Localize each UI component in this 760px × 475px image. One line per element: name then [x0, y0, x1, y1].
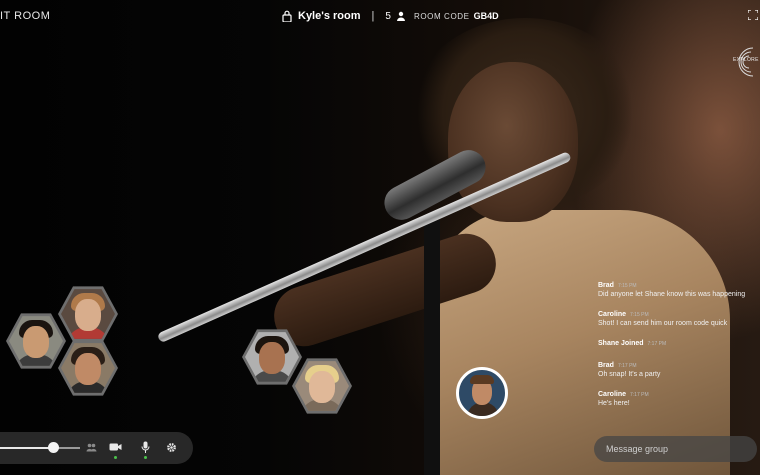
brand-text: EXPLORE: [733, 57, 759, 63]
participant-count: 5: [385, 10, 391, 22]
control-bar: [0, 432, 193, 464]
lock-icon: [282, 10, 292, 22]
people-icon[interactable]: [86, 443, 97, 452]
exit-room-button[interactable]: IT ROOM: [0, 10, 50, 22]
chat-system-text: Shane Joined: [598, 340, 644, 347]
chat-system-message: Shane Joined 7:17 PM: [598, 340, 758, 347]
chat-text: Oh snap! It's a party: [598, 371, 661, 378]
room-info: Kyle's room | 5 ROOM CODE GB4D: [282, 8, 499, 24]
divider: |: [371, 10, 375, 22]
camera-active-indicator: [114, 456, 117, 459]
chat-message: Caroline 7:17 PM He's here!: [598, 391, 758, 407]
chat-time: 7:17 PM: [630, 392, 649, 398]
message-group-input[interactable]: [594, 436, 757, 462]
chat-text: Did anyone let Shane know this was happe…: [598, 291, 746, 298]
chat-time: 7:17 PM: [617, 363, 637, 369]
volume-slider-handle[interactable]: [48, 442, 60, 453]
room-code: GB4D: [473, 11, 499, 21]
top-bar: IT ROOM Kyle's room | 5 ROOM CODE GB4D: [0, 0, 760, 32]
participant-tile[interactable]: [58, 284, 118, 344]
chat-sender: Brad: [598, 362, 614, 369]
chat-sender: Brad: [598, 282, 614, 289]
chat-message: Brad 7:15 PM Did anyone let Shane know t…: [598, 282, 758, 298]
chat-text: He's here!: [598, 400, 630, 407]
chat-time: 7:15 PM: [617, 283, 637, 289]
participant-tile[interactable]: [58, 338, 118, 398]
chat-sender: Caroline: [598, 391, 627, 398]
microphone-icon[interactable]: [141, 441, 150, 454]
chat-sender: Caroline: [598, 311, 627, 318]
chat-text: Shot! I can send him our room code quick: [598, 320, 728, 327]
room-name: Kyle's room: [298, 10, 361, 22]
chat-message: Caroline 7:15 PM Shot! I can send him ou…: [598, 311, 758, 327]
volume-fill: [0, 447, 54, 449]
camera-icon[interactable]: [109, 442, 122, 452]
settings-icon[interactable]: [166, 442, 177, 453]
person-icon: [396, 11, 405, 21]
participant-tile[interactable]: [6, 311, 66, 371]
active-speaker-avatar[interactable]: [456, 367, 508, 419]
room-code-label: ROOM CODE: [413, 11, 470, 21]
microphone-active-indicator: [144, 456, 147, 459]
chat-time: 7:17 PM: [647, 341, 667, 347]
chat-panel: Brad 7:15 PM Did anyone let Shane know t…: [598, 282, 758, 420]
participant-tile[interactable]: [292, 356, 352, 416]
fullscreen-icon[interactable]: [748, 10, 758, 20]
chat-message: Brad 7:17 PM Oh snap! It's a party: [598, 362, 758, 378]
mic-stand: [424, 220, 440, 475]
chat-time: 7:15 PM: [630, 312, 649, 318]
